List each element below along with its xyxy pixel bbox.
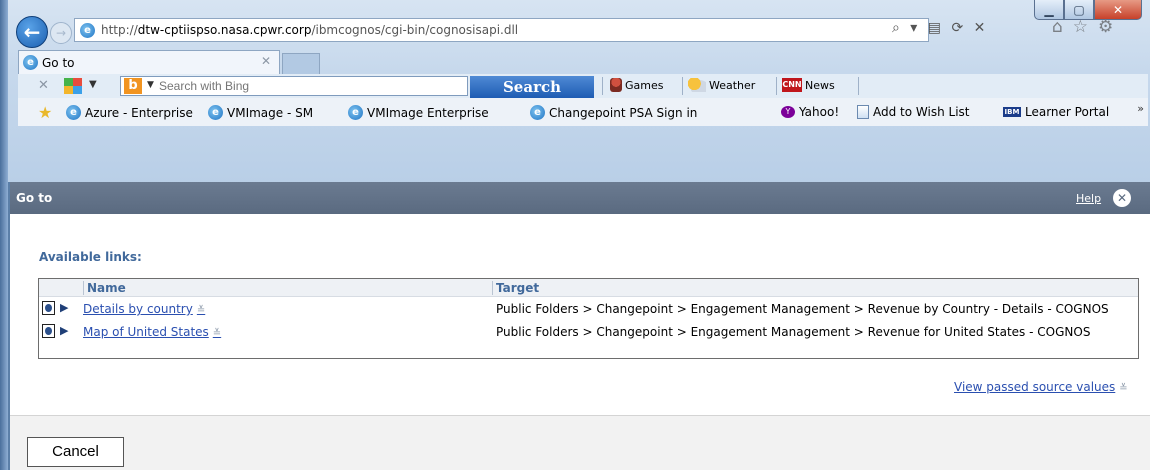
- bing-logo-icon: b: [124, 78, 142, 94]
- windows-logo-icon[interactable]: [64, 78, 82, 94]
- help-link[interactable]: Help: [1076, 192, 1101, 205]
- favorites-star-icon[interactable]: ☆: [1073, 17, 1088, 37]
- address-tools[interactable]: ⌕ ▾ ▤ ⟳ ✕: [892, 20, 988, 36]
- favorite-link[interactable]: IBM Learner Portal: [1003, 105, 1109, 119]
- links-table: Name Target ▶ Details by country ≚ Public…: [38, 278, 1139, 359]
- view-passed-source-values-link[interactable]: View passed source values ≚: [954, 380, 1128, 394]
- table-row: ▶ Details by country ≚ Public Folders > C…: [39, 299, 1138, 321]
- table-row: ▶ Map of United States ≚ Public Folders >…: [39, 322, 1138, 344]
- yahoo-icon: Y: [781, 106, 795, 118]
- report-link[interactable]: Map of United States ≚: [83, 325, 221, 339]
- ie-icon: e: [208, 105, 223, 120]
- report-icon: [42, 324, 55, 338]
- favorite-link[interactable]: e Azure - Enterprise: [66, 105, 193, 120]
- favorite-label: Azure - Enterprise: [85, 105, 193, 120]
- address-bar[interactable]: e http://dtw-cptiispso.nasa.cpwr.corp/ib…: [74, 18, 929, 42]
- available-links-label: Available links:: [39, 250, 142, 264]
- dialog-title: Go to: [16, 191, 53, 205]
- back-button[interactable]: ←: [16, 16, 48, 48]
- url-prefix: http://: [101, 23, 138, 37]
- view-passed-label[interactable]: View passed source values: [954, 380, 1115, 394]
- favorite-link[interactable]: Add to Wish List: [857, 105, 970, 119]
- window-frame: [0, 0, 8, 470]
- goto-dialog: Go to Help ✕ Available links: Name Targe…: [10, 182, 1150, 470]
- favorite-label: VMImage Enterprise: [367, 105, 489, 120]
- ie-icon: e: [530, 105, 545, 120]
- table-header: Name Target: [39, 279, 1138, 297]
- chevron-down-icon[interactable]: ≚: [197, 305, 205, 316]
- favorites-bar: ★ e Azure - Enterprise e VMImage - SM e …: [18, 98, 1148, 126]
- bing-search-box[interactable]: b ▼: [120, 76, 468, 96]
- favorite-label: Learner Portal: [1025, 105, 1110, 119]
- browser-chrome: ▁ ▢ ✕ ← → e http://dtw-cptiispso.nasa.cp…: [0, 0, 1150, 182]
- weather-icon: [688, 78, 706, 92]
- home-icon[interactable]: ⌂: [1052, 17, 1063, 37]
- report-link[interactable]: Details by country ≚: [83, 302, 205, 316]
- bing-search-button[interactable]: Search: [470, 76, 594, 98]
- more-favorites-icon[interactable]: »: [1137, 102, 1144, 115]
- favorites-star-icon[interactable]: ★: [38, 103, 52, 122]
- report-link-text[interactable]: Details by country: [83, 302, 193, 316]
- games-icon: [610, 78, 622, 92]
- bing-dropdown-icon[interactable]: ▼: [147, 80, 154, 90]
- favorite-label: VMImage - SM: [227, 105, 314, 120]
- report-target: Public Folders > Changepoint > Engagemen…: [496, 302, 1109, 316]
- url-domain: dtw-cptiispso.nasa.cpwr.corp: [137, 23, 312, 37]
- news-button[interactable]: CNN News: [782, 78, 835, 92]
- favorite-label: Yahoo!: [799, 105, 840, 119]
- report-icon: [42, 301, 55, 315]
- expand-arrow-icon[interactable]: ▶: [60, 301, 68, 314]
- toolbar-divider: [858, 77, 859, 95]
- ibm-icon: IBM: [1003, 107, 1021, 117]
- ie-icon: e: [66, 105, 81, 120]
- favorite-label: Changepoint PSA Sign in: [549, 105, 698, 120]
- close-toolbar-icon[interactable]: ✕: [38, 78, 49, 93]
- dialog-header: Go to Help ✕: [10, 182, 1150, 214]
- favorite-link[interactable]: e VMImage Enterprise: [348, 105, 489, 120]
- gear-icon[interactable]: ⚙: [1098, 17, 1113, 37]
- toolbar-divider: [776, 77, 777, 95]
- dialog-footer: Cancel: [10, 415, 1150, 470]
- column-header-name[interactable]: Name: [83, 281, 126, 295]
- column-header-target[interactable]: Target: [492, 281, 539, 295]
- chevron-down-icon[interactable]: ▼: [89, 79, 97, 90]
- tab-ie-icon: e: [23, 55, 38, 70]
- expand-arrow-icon[interactable]: ▶: [60, 324, 68, 337]
- favorite-link[interactable]: e Changepoint PSA Sign in: [530, 105, 697, 120]
- close-icon[interactable]: ✕: [1113, 189, 1131, 207]
- tab-title: Go to: [42, 56, 75, 70]
- weather-label: Weather: [709, 78, 756, 92]
- cnn-logo-icon: CNN: [782, 78, 802, 92]
- address-row: ← → e http://dtw-cptiispso.nasa.cpwr.cor…: [12, 15, 1142, 48]
- report-link-text[interactable]: Map of United States: [83, 325, 209, 339]
- ie-icon: e: [348, 105, 363, 120]
- toolbar-divider: [602, 77, 603, 95]
- favorite-label: Add to Wish List: [873, 105, 970, 119]
- weather-button[interactable]: Weather: [688, 78, 755, 92]
- games-label: Games: [625, 78, 664, 92]
- games-button[interactable]: Games: [610, 78, 663, 92]
- page-icon: [857, 105, 869, 119]
- new-tab-button[interactable]: [282, 53, 320, 74]
- cancel-button[interactable]: Cancel: [27, 437, 124, 467]
- browser-tab[interactable]: e Go to ✕: [18, 50, 280, 74]
- chevron-down-icon[interactable]: ≚: [213, 328, 221, 339]
- chevron-down-icon[interactable]: ≚: [1119, 383, 1127, 394]
- favorite-link[interactable]: Y Yahoo!: [781, 105, 839, 119]
- ie-page-icon: e: [80, 23, 95, 38]
- close-icon[interactable]: ✕: [261, 54, 271, 68]
- toolbar-divider: [682, 77, 683, 95]
- bing-search-input[interactable]: [159, 78, 459, 94]
- bing-toolbar: ✕ ▼ b ▼ Search Games Weather CNN News: [18, 74, 1148, 98]
- browser-nav-icons: ⌂ ☆ ⚙: [1052, 17, 1113, 37]
- report-target: Public Folders > Changepoint > Engagemen…: [496, 325, 1091, 339]
- forward-button[interactable]: →: [50, 22, 72, 44]
- favorite-link[interactable]: e VMImage - SM: [208, 105, 313, 120]
- address-url[interactable]: http://dtw-cptiispso.nasa.cpwr.corp/ibmc…: [101, 23, 518, 37]
- url-path: /ibmcognos/cgi-bin/cognosisapi.dll: [311, 23, 519, 37]
- news-label: News: [805, 78, 835, 92]
